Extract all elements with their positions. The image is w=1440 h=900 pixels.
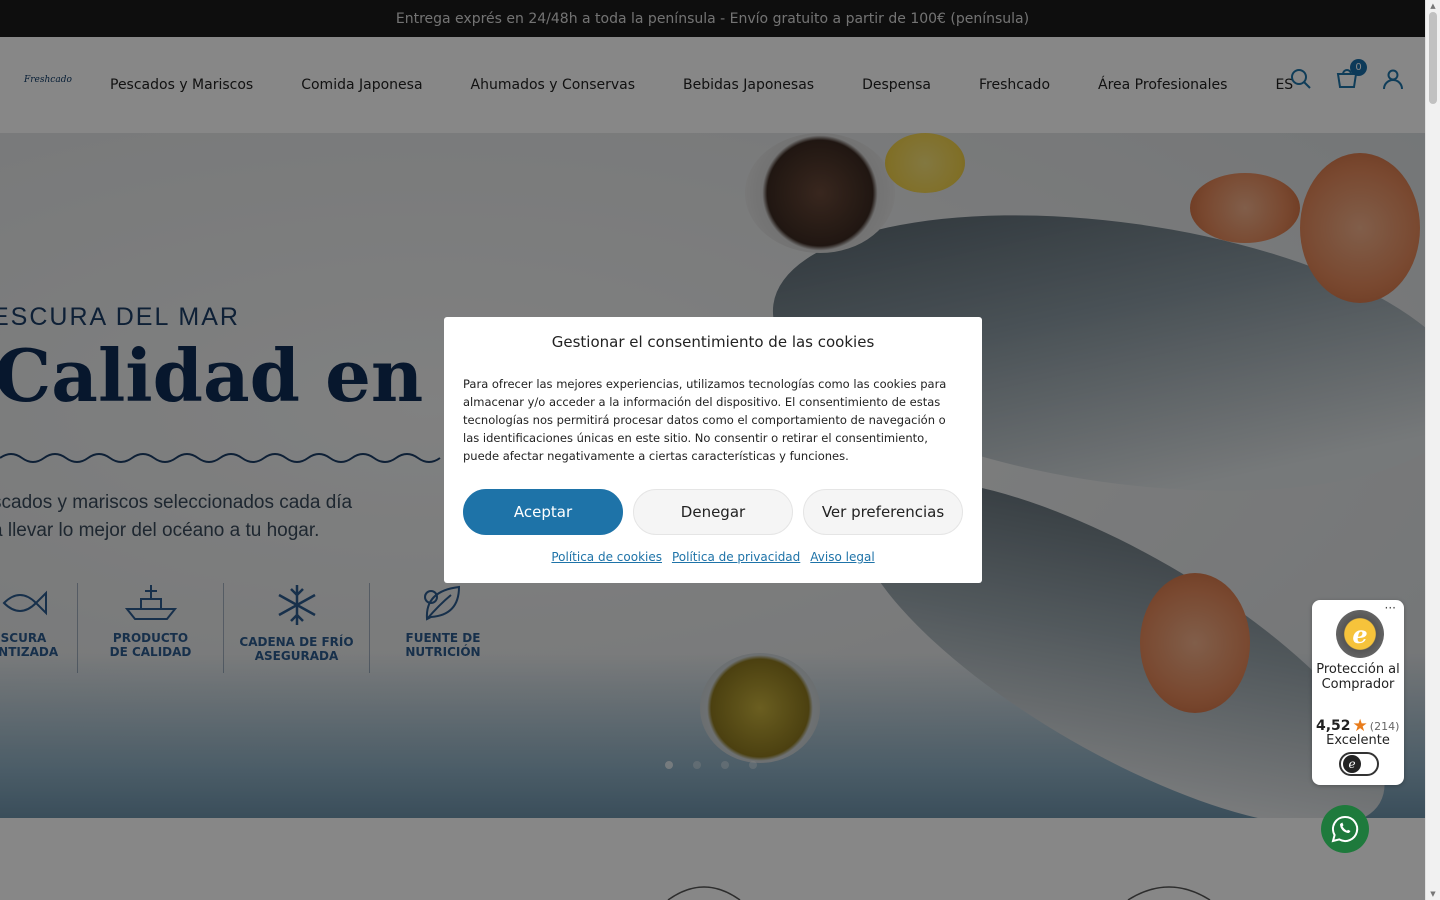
scroll-down-icon[interactable]: ▼ xyxy=(1429,890,1437,898)
whatsapp-button[interactable] xyxy=(1321,805,1369,853)
scrollbar-thumb[interactable] xyxy=(1429,12,1437,104)
rating-score: 4,52 xyxy=(1316,718,1351,734)
deny-button[interactable]: Denegar xyxy=(633,489,793,535)
cookie-policy-link[interactable]: Política de cookies xyxy=(551,550,662,564)
rating-label: Excelente xyxy=(1326,733,1390,748)
buyer-protection-label: Protección al Comprador xyxy=(1316,662,1400,692)
more-options-icon[interactable]: ··· xyxy=(1385,601,1396,615)
privacy-policy-link[interactable]: Política de privacidad xyxy=(672,550,800,564)
cookie-modal-body: Para ofrecer las mejores experiencias, u… xyxy=(463,377,947,463)
review-count: (214) xyxy=(1369,719,1400,733)
trusted-shops-logo-icon: e xyxy=(1343,755,1361,773)
trusted-shops-toggle[interactable]: e xyxy=(1339,752,1379,776)
cookie-modal-actions: Aceptar Denegar Ver preferencias xyxy=(463,489,963,535)
accept-button[interactable]: Aceptar xyxy=(463,489,623,535)
view-preferences-button[interactable]: Ver preferencias xyxy=(803,489,963,535)
page-scrollbar[interactable]: ▲ ▼ xyxy=(1425,0,1440,900)
trusted-shops-badge[interactable]: ··· e Protección al Comprador 4,52 ★ (21… xyxy=(1312,600,1404,785)
scroll-up-icon[interactable]: ▲ xyxy=(1429,2,1437,10)
legal-notice-link[interactable]: Aviso legal xyxy=(810,550,874,564)
trusted-shops-seal-icon: e xyxy=(1336,610,1384,658)
whatsapp-icon xyxy=(1331,815,1359,843)
seal-letter: e xyxy=(1352,619,1368,649)
cookie-modal-links: Política de cookies Política de privacid… xyxy=(444,550,982,564)
cookie-modal-title: Gestionar el consentimiento de las cooki… xyxy=(551,333,875,351)
cookie-consent-modal: Gestionar el consentimiento de las cooki… xyxy=(444,317,982,583)
